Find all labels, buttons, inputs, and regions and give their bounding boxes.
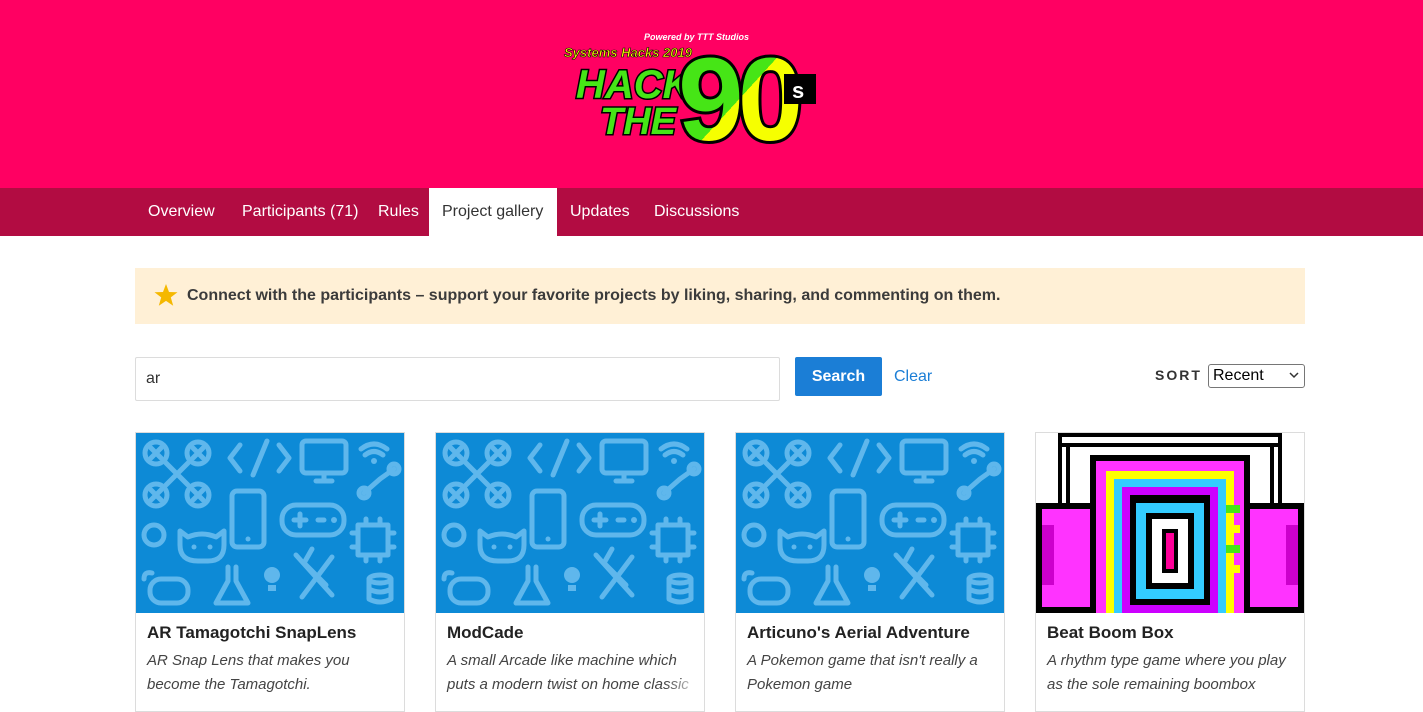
project-card[interactable]: ModCade A small Arcade like machine whic… [435,432,705,712]
project-card[interactable]: Articuno's Aerial Adventure A Pokemon ga… [735,432,1005,712]
tab-rules[interactable]: Rules [365,188,432,236]
tab-project-gallery[interactable]: Project gallery [429,188,557,236]
logo-90-mark: 90 s [675,31,816,150]
tab-discussions[interactable]: Discussions [641,188,752,236]
sort-label: SORT [1155,367,1202,383]
engagement-banner: Connect with the participants – support … [135,268,1305,324]
project-card[interactable]: AR Tamagotchi SnapLens AR Snap Lens that… [135,432,405,712]
sort-selected-value: Recent [1213,367,1264,384]
tab-participants[interactable]: Participants (71) [229,188,372,236]
logo-line2: THE [600,101,678,143]
project-title[interactable]: AR Tamagotchi SnapLens [147,623,356,643]
clear-search-link[interactable]: Clear [894,368,932,386]
project-thumbnail-boombox [1036,433,1304,613]
chevron-down-icon [1289,372,1299,379]
project-card[interactable]: Beat Boom Box A rhythm type game where y… [1035,432,1305,712]
svg-text:90: 90 [678,34,799,150]
project-title[interactable]: ModCade [447,623,524,643]
project-search-input[interactable] [135,357,780,401]
sort-select[interactable]: Recent [1208,364,1305,388]
project-thumbnail-pattern [736,433,1004,613]
project-description: A small Arcade like machine which puts a… [447,652,689,693]
svg-text:s: s [792,78,804,103]
banner-message: Connect with the participants – support … [187,287,1001,304]
project-thumbnail-pattern [136,433,404,613]
search-button[interactable]: Search [795,357,882,396]
tech-pattern-image [141,438,402,606]
project-description: A rhythm type game where you play as the… [1047,652,1286,693]
event-header: Powered by TTT Studios Systems Hacks 201… [0,0,1423,188]
tech-pattern-image [441,438,702,606]
project-thumbnail-pattern [436,433,704,613]
logo-event-name: Systems Hacks 2019 [564,45,693,60]
star-icon [154,284,178,306]
text-fade [664,679,704,709]
project-description: A Pokemon game that isn't really a Pokem… [747,652,978,693]
pixel-boombox-image [1036,433,1304,613]
tab-updates[interactable]: Updates [557,188,643,236]
project-description: AR Snap Lens that makes you become the T… [147,652,350,693]
project-title[interactable]: Beat Boom Box [1047,623,1174,643]
hack-the-90s-logo: Powered by TTT Studios Systems Hacks 201… [564,31,816,150]
tech-pattern-image [741,438,1002,606]
tab-overview[interactable]: Overview [135,188,228,236]
event-nav: Overview Participants (71) Rules Project… [0,188,1423,236]
project-title[interactable]: Articuno's Aerial Adventure [747,623,970,643]
